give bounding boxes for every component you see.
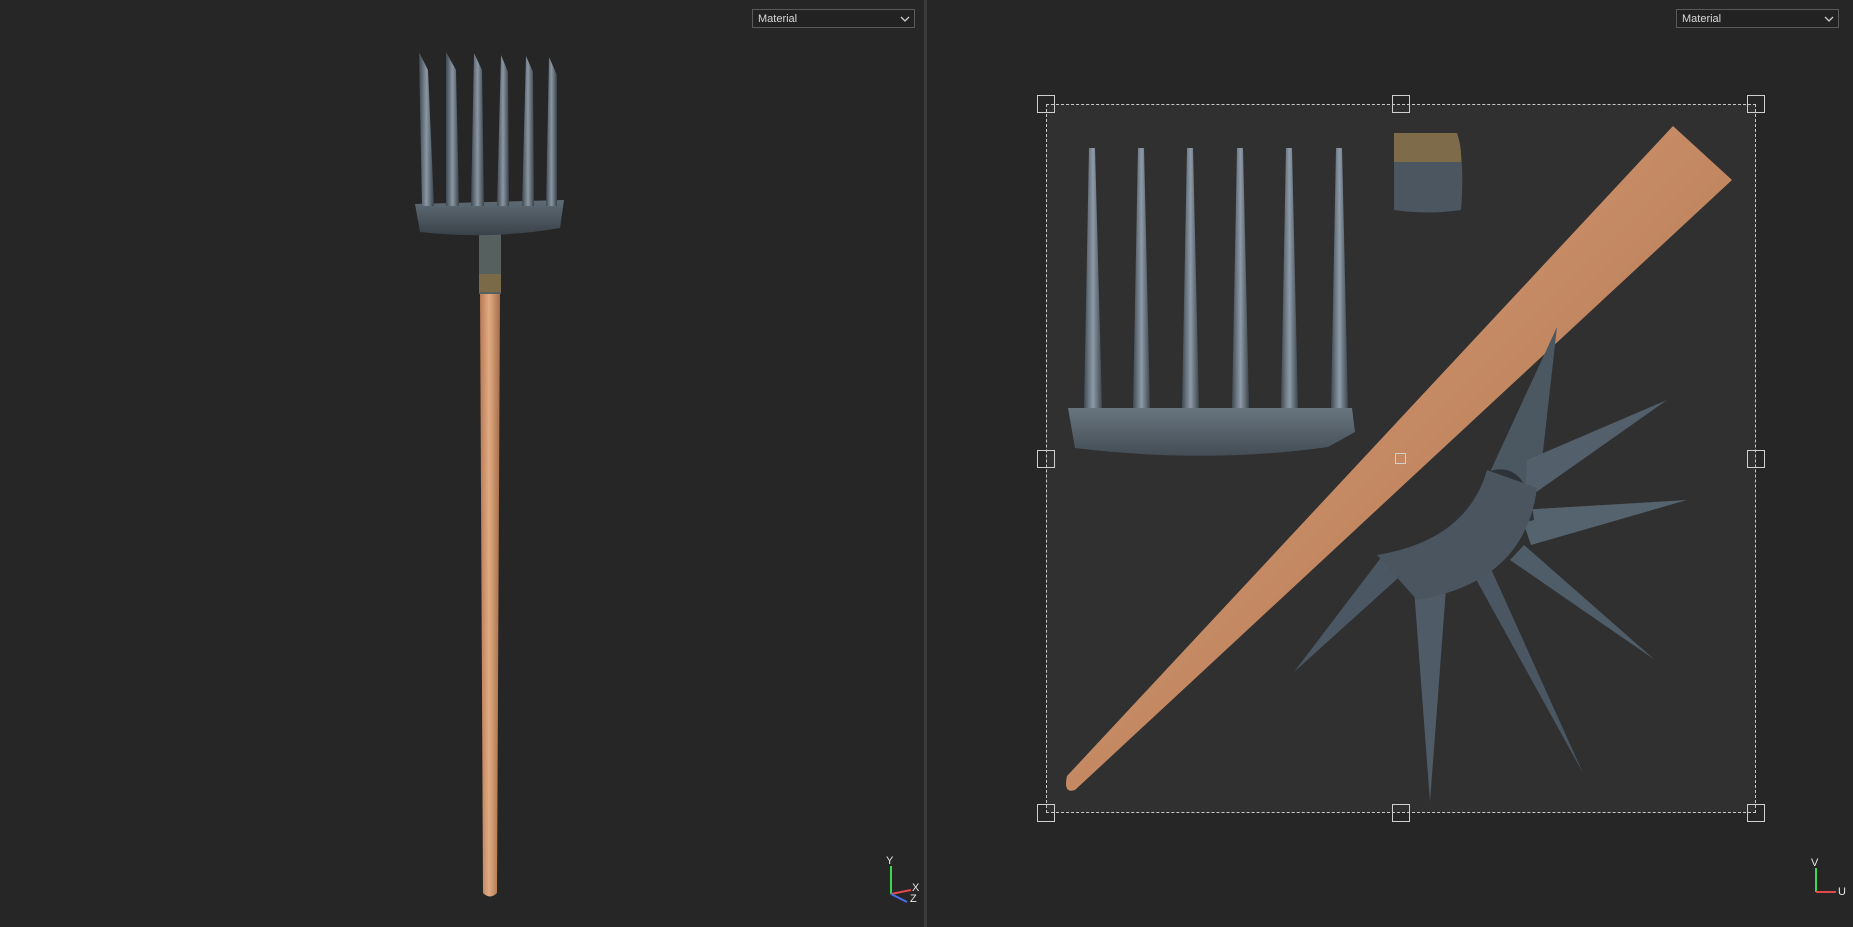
transform-handle-top[interactable] bbox=[1392, 95, 1410, 113]
transform-handle-center[interactable] bbox=[1395, 453, 1406, 464]
transform-handle-top-right[interactable] bbox=[1747, 95, 1765, 113]
3d-viewport[interactable]: Material Y X Z bbox=[0, 0, 924, 927]
ferrule-band bbox=[479, 274, 501, 292]
transform-handle-left[interactable] bbox=[1037, 450, 1055, 468]
transform-handle-bottom[interactable] bbox=[1392, 804, 1410, 822]
gizmo-u-label: U bbox=[1838, 886, 1846, 898]
gizmo-v-label: V bbox=[1811, 857, 1819, 869]
pitchfork-tine bbox=[446, 52, 459, 206]
pitchfork-tine bbox=[471, 53, 484, 206]
pitchfork-tine bbox=[419, 52, 434, 206]
transform-handle-bottom-left[interactable] bbox=[1037, 804, 1055, 822]
pitchfork-handle bbox=[480, 292, 500, 897]
uv-viewport[interactable]: Material V U bbox=[927, 0, 1853, 927]
uv-axis-gizmo-icon: V U bbox=[1808, 858, 1848, 910]
transform-handle-bottom-right[interactable] bbox=[1747, 804, 1765, 822]
transform-handle-top-left[interactable] bbox=[1037, 95, 1055, 113]
pitchfork-head bbox=[415, 200, 564, 236]
pitchfork-tine bbox=[522, 56, 534, 206]
texture-editor: Material Y X Z Material V U bbox=[0, 0, 1853, 927]
transform-handle-right[interactable] bbox=[1747, 450, 1765, 468]
pitchfork-3d-model[interactable] bbox=[0, 0, 924, 927]
pitchfork-tine bbox=[497, 55, 509, 206]
axis-gizmo-icon: Y X Z bbox=[883, 856, 923, 908]
pitchfork-tine bbox=[546, 57, 557, 206]
gizmo-y-label: Y bbox=[886, 855, 894, 867]
gizmo-z-label: Z bbox=[910, 893, 917, 905]
